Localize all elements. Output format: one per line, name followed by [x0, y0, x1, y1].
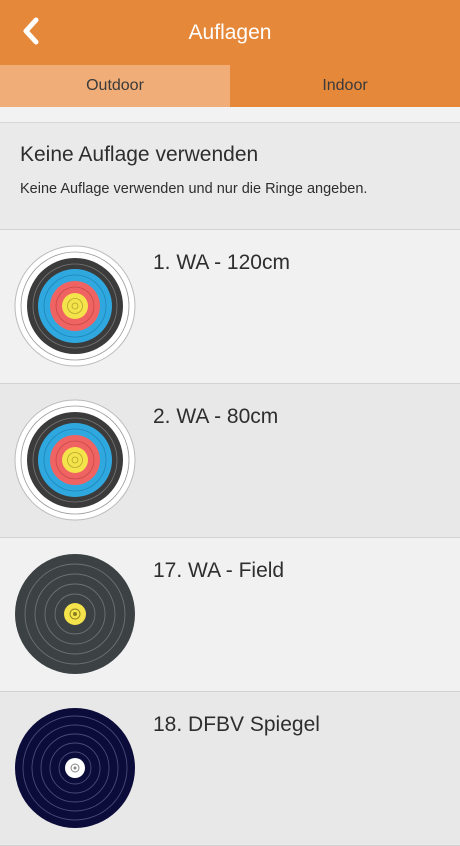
- wa-field-target-icon: [15, 554, 135, 674]
- no-target-title: Keine Auflage verwenden: [20, 143, 259, 166]
- target-label: 18. DFBV Spiegel: [153, 713, 320, 736]
- tab-outdoor[interactable]: Outdoor: [0, 65, 230, 107]
- target-list: 1. WA - 120cm 2. WA - 80cm 17. WA - Fiel…: [0, 230, 460, 846]
- tab-bar: Outdoor Indoor: [0, 65, 460, 107]
- dfbv-spiegel-target-icon: [15, 708, 135, 828]
- tab-indoor[interactable]: Indoor: [230, 65, 460, 107]
- target-label: 2. WA - 80cm: [153, 405, 279, 428]
- section-spacer: [0, 107, 460, 123]
- target-label: 17. WA - Field: [153, 559, 285, 582]
- app-header: Auflagen: [0, 0, 460, 65]
- target-row-dfbv-spiegel[interactable]: 18. DFBV Spiegel: [0, 692, 460, 846]
- target-row-wa-80[interactable]: 2. WA - 80cm: [0, 384, 460, 538]
- wa-full-face-target-icon: [14, 399, 136, 521]
- wa-full-face-target-icon: [14, 245, 136, 367]
- target-row-wa-120[interactable]: 1. WA - 120cm: [0, 230, 460, 384]
- no-target-description: Keine Auflage verwenden und nur die Ring…: [20, 181, 368, 197]
- page-title: Auflagen: [188, 21, 272, 44]
- target-row-wa-field[interactable]: 17. WA - Field: [0, 538, 460, 692]
- no-target-option[interactable]: Keine Auflage verwenden Keine Auflage ve…: [0, 123, 460, 230]
- target-label: 1. WA - 120cm: [153, 251, 290, 274]
